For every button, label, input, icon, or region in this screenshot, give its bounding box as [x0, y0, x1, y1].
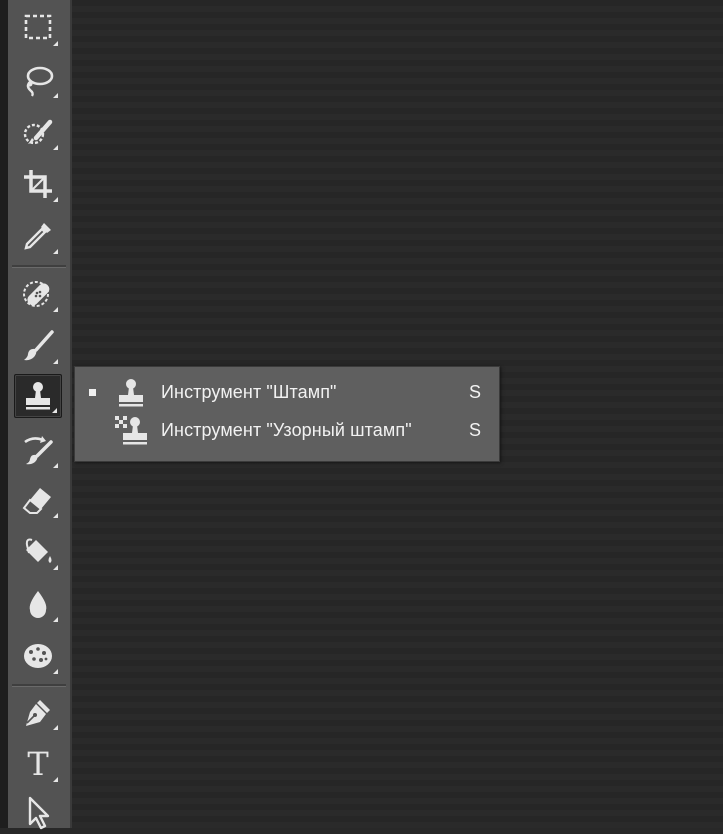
- subtools-indicator: [52, 408, 57, 413]
- sponge-tool-button[interactable]: [14, 634, 62, 678]
- quick-selection-icon: [23, 119, 53, 145]
- crop-icon: [24, 170, 52, 198]
- subtools-indicator: [53, 93, 58, 98]
- bucket-icon: [25, 538, 52, 563]
- blur-tool-button[interactable]: [14, 582, 62, 626]
- eyedropper-icon: [24, 223, 51, 250]
- sponge-icon: [24, 644, 52, 668]
- pen-tool-button[interactable]: [14, 690, 62, 734]
- brush-icon: [24, 330, 54, 361]
- flyout-item-label: Инструмент "Узорный штамп": [161, 419, 412, 440]
- subtools-indicator: [53, 307, 58, 312]
- eyedropper-tool-button[interactable]: [14, 214, 62, 258]
- path-selection-tool-button[interactable]: [14, 790, 62, 834]
- subtools-indicator: [53, 617, 58, 622]
- flyout-item-clone-stamp[interactable]: Инструмент "Штамп" S: [75, 373, 499, 411]
- crop-tool-button[interactable]: [14, 162, 62, 206]
- flyout-item-shortcut: S: [469, 381, 482, 402]
- pen-icon: [26, 700, 50, 726]
- flyout-item-pattern-stamp[interactable]: Инструмент "Узорный штамп" S: [75, 411, 499, 449]
- stamp-tools-flyout-menu: Инструмент "Штамп" S Инструмент "Узорный…: [74, 366, 500, 462]
- arrow-icon: [28, 796, 50, 830]
- lasso-icon: [26, 66, 54, 97]
- subtools-indicator: [53, 197, 58, 202]
- spot-healing-tool-button[interactable]: [14, 272, 62, 316]
- subtools-indicator: [53, 725, 58, 730]
- drop-icon: [29, 591, 47, 618]
- paint-bucket-tool-button[interactable]: [14, 530, 62, 574]
- subtools-indicator: [53, 359, 58, 364]
- type-tool-button[interactable]: T: [14, 742, 62, 786]
- pattern-stamp-icon: [115, 416, 147, 445]
- type-icon: T: [27, 745, 49, 783]
- marquee-icon: [24, 14, 52, 40]
- quick-selection-tool-button[interactable]: [14, 110, 62, 154]
- flyout-item-label: Инструмент "Штамп": [161, 381, 337, 402]
- flyout-item-shortcut: S: [469, 419, 482, 440]
- stamp-icon: [26, 382, 50, 410]
- subtools-indicator: [53, 669, 58, 674]
- subtools-indicator: [53, 565, 58, 570]
- toolbar-divider: [12, 265, 66, 268]
- tools-panel: T: [8, 0, 72, 830]
- subtools-indicator: [53, 513, 58, 518]
- subtools-indicator: [53, 145, 58, 150]
- window-edge: [0, 0, 8, 828]
- subtools-indicator: [53, 463, 58, 468]
- subtools-indicator: [53, 777, 58, 782]
- history-brush-tool-button[interactable]: [14, 428, 62, 472]
- subtools-indicator: [53, 41, 58, 46]
- marquee-tool-button[interactable]: [14, 6, 62, 50]
- brush-tool-button[interactable]: [14, 324, 62, 368]
- stamp-icon: [119, 379, 143, 407]
- subtools-indicator: [53, 249, 58, 254]
- eraser-icon: [22, 488, 51, 514]
- history-brush-icon: [24, 436, 53, 465]
- lasso-tool-button[interactable]: [14, 58, 62, 102]
- bandage-icon: [23, 281, 50, 307]
- eraser-tool-button[interactable]: [14, 478, 62, 522]
- toolbar-divider: [12, 684, 66, 687]
- selected-bullet-icon: [89, 388, 96, 396]
- clone-stamp-tool-button[interactable]: [14, 374, 62, 418]
